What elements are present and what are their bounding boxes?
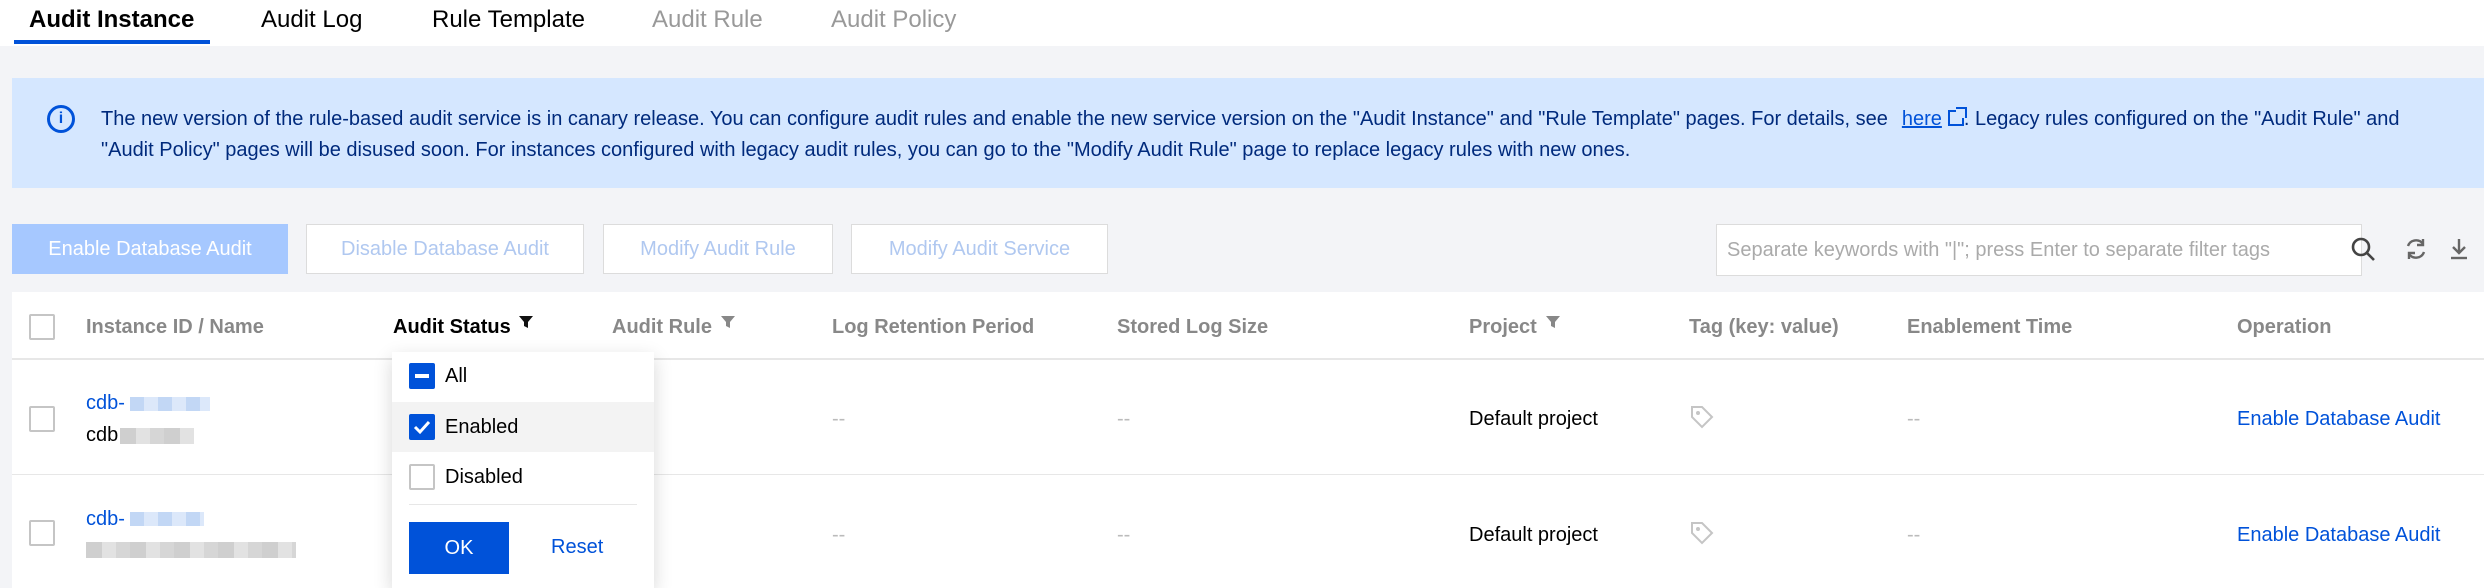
tab-rule-template[interactable]: Rule Template xyxy=(432,4,585,44)
tab-bar xyxy=(0,0,2484,46)
download-icon[interactable] xyxy=(2446,236,2472,262)
refresh-icon[interactable] xyxy=(2403,236,2429,262)
column-log-retention: Log Retention Period xyxy=(832,316,1035,338)
audit-rule-filter-icon[interactable] xyxy=(720,314,736,330)
audit-status-filter-dropdown: All Enabled Disabled OK Reset xyxy=(392,352,654,588)
row-divider xyxy=(12,474,2484,475)
search-icon[interactable] xyxy=(2350,236,2376,262)
column-project: Project xyxy=(1469,316,1537,338)
checked-checkbox[interactable] xyxy=(409,414,435,440)
enable-database-audit-link[interactable]: Enable Database Audit xyxy=(2237,408,2441,431)
row-checkbox[interactable] xyxy=(29,406,55,432)
instance-id-link[interactable]: cdb- xyxy=(86,508,125,531)
dropdown-divider xyxy=(409,504,637,505)
tab-audit-log[interactable]: Audit Log xyxy=(261,4,362,44)
filter-option-label: Disabled xyxy=(445,466,523,488)
redacted-name xyxy=(120,428,194,444)
enablement-time-value: -- xyxy=(1907,408,1921,430)
row-checkbox[interactable] xyxy=(29,520,55,546)
tag-icon[interactable] xyxy=(1689,404,1715,430)
unchecked-checkbox[interactable] xyxy=(409,464,435,490)
redacted-name xyxy=(86,542,296,558)
tab-audit-rule[interactable]: Audit Rule xyxy=(652,4,763,44)
instance-name: cdb xyxy=(86,424,119,446)
stored-log-value: -- xyxy=(1117,408,1131,430)
tab-audit-instance[interactable]: Audit Instance xyxy=(29,4,194,44)
search-box xyxy=(1716,224,2362,276)
notice-text-before: The new version of the rule-based audit … xyxy=(101,108,1888,130)
modify-audit-rule-button[interactable]: Modify Audit Rule xyxy=(603,224,833,274)
column-enablement-time: Enablement Time xyxy=(1907,316,2073,338)
notice-text: The new version of the rule-based audit … xyxy=(101,104,2401,166)
instance-id-link[interactable]: cdb- xyxy=(86,392,125,415)
filter-option-label: Enabled xyxy=(445,416,519,438)
info-icon: i xyxy=(47,105,75,133)
column-tag: Tag (key: value) xyxy=(1689,316,1839,338)
column-operation: Operation xyxy=(2237,316,2332,338)
filter-option-enabled[interactable]: Enabled xyxy=(392,402,654,452)
enablement-time-value: -- xyxy=(1907,524,1921,546)
disable-database-audit-button[interactable]: Disable Database Audit xyxy=(306,224,584,274)
external-link-icon[interactable] xyxy=(1947,107,1967,126)
tag-icon[interactable] xyxy=(1689,520,1715,546)
audit-status-filter-icon[interactable] xyxy=(518,314,534,330)
filter-option-label: All xyxy=(445,365,468,387)
column-audit-status: Audit Status xyxy=(393,316,511,338)
project-filter-icon[interactable] xyxy=(1545,314,1561,330)
stored-log-value: -- xyxy=(1117,524,1131,546)
active-tab-indicator xyxy=(14,40,210,44)
enable-database-audit-link[interactable]: Enable Database Audit xyxy=(2237,524,2441,547)
project-value: Default project xyxy=(1469,524,1598,546)
filter-ok-button[interactable]: OK xyxy=(409,522,509,574)
filter-option-all[interactable]: All xyxy=(392,352,654,402)
column-stored-log-size: Stored Log Size xyxy=(1117,316,1269,338)
tab-audit-policy[interactable]: Audit Policy xyxy=(831,4,956,44)
notice-here-link[interactable]: here xyxy=(1902,108,1942,130)
filter-reset-button[interactable]: Reset xyxy=(551,536,603,559)
select-all-checkbox[interactable] xyxy=(29,314,55,340)
indeterminate-checkbox[interactable] xyxy=(409,363,435,389)
log-retention-value: -- xyxy=(832,408,846,430)
column-audit-rule: Audit Rule xyxy=(612,316,712,338)
column-instance: Instance ID / Name xyxy=(86,316,264,338)
redacted-id xyxy=(130,397,210,411)
log-retention-value: -- xyxy=(832,524,846,546)
project-value: Default project xyxy=(1469,408,1598,430)
modify-audit-service-button[interactable]: Modify Audit Service xyxy=(851,224,1108,274)
enable-database-audit-button[interactable]: Enable Database Audit xyxy=(12,224,288,274)
redacted-id xyxy=(130,512,204,526)
filter-option-disabled[interactable]: Disabled xyxy=(392,452,654,502)
check-icon xyxy=(413,420,431,435)
search-input[interactable] xyxy=(1727,225,2287,275)
